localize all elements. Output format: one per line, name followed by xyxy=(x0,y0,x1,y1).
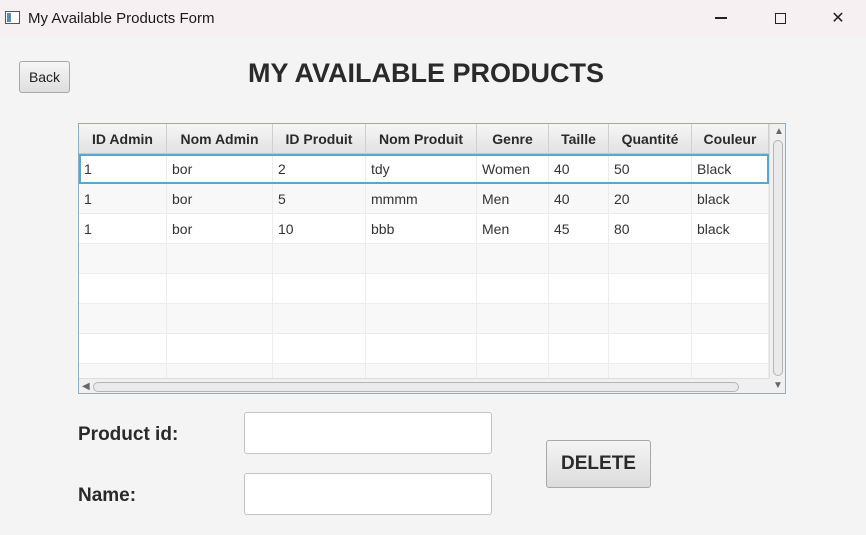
maximize-icon xyxy=(774,12,786,24)
product-id-label: Product id: xyxy=(78,424,179,445)
table-cell xyxy=(366,304,477,334)
column-header[interactable]: Couleur xyxy=(692,124,769,154)
table-cell: 50 xyxy=(609,154,692,184)
table-cell xyxy=(366,244,477,274)
empty-table-row xyxy=(79,274,769,304)
table-cell xyxy=(549,304,609,334)
table-cell: 1 xyxy=(79,154,167,184)
table-cell xyxy=(549,334,609,364)
table-cell xyxy=(167,274,273,304)
table-cell: tdy xyxy=(366,154,477,184)
table-cell: Men xyxy=(477,214,549,244)
column-header[interactable]: Taille xyxy=(549,124,609,154)
page-title: MY AVAILABLE PRODUCTS xyxy=(247,58,604,88)
table-cell xyxy=(692,274,769,304)
table-cell: bor xyxy=(167,214,273,244)
empty-table-row xyxy=(79,304,769,334)
column-header[interactable]: Nom Produit xyxy=(366,124,477,154)
table-cell xyxy=(79,304,167,334)
table-cell xyxy=(609,244,692,274)
minimize-button[interactable] xyxy=(693,0,749,36)
table-cell xyxy=(167,244,273,274)
table-cell: 80 xyxy=(609,214,692,244)
table-cell: Men xyxy=(477,184,549,214)
horizontal-scroll-thumb[interactable] xyxy=(93,382,739,392)
table-cell xyxy=(79,244,167,274)
table-cell xyxy=(477,334,549,364)
table-header: ID Admin Nom Admin ID Produit Nom Produit Ge… xyxy=(79,124,769,154)
column-header[interactable]: Nom Admin xyxy=(167,124,273,154)
column-header[interactable]: Genre xyxy=(477,124,549,154)
table-cell: 20 xyxy=(609,184,692,214)
table-cell xyxy=(692,304,769,334)
empty-table-row xyxy=(79,334,769,364)
table-cell xyxy=(609,274,692,304)
product-id-input[interactable] xyxy=(244,412,492,454)
maximize-button[interactable] xyxy=(752,0,808,36)
delete-button[interactable]: DELETE xyxy=(546,440,651,488)
table-cell xyxy=(273,334,366,364)
table-body: 1 bor 2 tdy Women 40 50 Black 1 bor 5 mmmm Men 40 20 bl… xyxy=(79,154,769,393)
table-row[interactable]: 1 bor 2 tdy Women 40 50 Black xyxy=(79,154,769,184)
table-cell xyxy=(366,274,477,304)
name-input[interactable] xyxy=(244,473,492,515)
table-cell xyxy=(549,244,609,274)
table-cell: 1 xyxy=(79,214,167,244)
app-window-icon xyxy=(5,11,20,24)
table-cell: 2 xyxy=(273,154,366,184)
table-cell: bor xyxy=(167,184,273,214)
vertical-scroll-thumb[interactable] xyxy=(773,140,783,376)
table-cell xyxy=(609,304,692,334)
table-cell: Women xyxy=(477,154,549,184)
table-cell xyxy=(549,274,609,304)
table-cell xyxy=(692,244,769,274)
products-table[interactable]: ID Admin Nom Admin ID Produit Nom Produit Ge… xyxy=(78,123,786,394)
table-cell xyxy=(609,334,692,364)
table-cell: black xyxy=(692,214,769,244)
scrollbar-corner: ▼ xyxy=(769,378,785,393)
table-cell xyxy=(79,334,167,364)
table-cell xyxy=(167,334,273,364)
scroll-down-arrow-icon[interactable]: ▼ xyxy=(773,381,783,391)
name-label: Name: xyxy=(78,485,137,506)
column-header[interactable]: Quantité xyxy=(609,124,692,154)
table-cell xyxy=(273,274,366,304)
table-cell xyxy=(273,304,366,334)
table-cell xyxy=(79,274,167,304)
table-cell: mmmm xyxy=(366,184,477,214)
column-header[interactable]: ID Produit xyxy=(273,124,366,154)
horizontal-scrollbar[interactable]: ◀ xyxy=(79,378,769,393)
table-cell: bor xyxy=(167,154,273,184)
table-cell: Black xyxy=(692,154,769,184)
vertical-scrollbar[interactable]: ▲ xyxy=(769,124,785,378)
scroll-up-arrow-icon[interactable]: ▲ xyxy=(774,127,784,137)
table-cell xyxy=(692,334,769,364)
minimize-icon xyxy=(715,17,727,19)
table-row[interactable]: 1 bor 10 bbb Men 45 80 black xyxy=(79,214,769,244)
column-header[interactable]: ID Admin xyxy=(79,124,167,154)
table-cell: 40 xyxy=(549,154,609,184)
table-cell xyxy=(366,334,477,364)
scroll-left-arrow-icon[interactable]: ◀ xyxy=(82,382,90,392)
close-button[interactable]: ✕ xyxy=(810,0,866,36)
table-cell xyxy=(477,244,549,274)
table-row[interactable]: 1 bor 5 mmmm Men 40 20 black xyxy=(79,184,769,214)
close-icon: ✕ xyxy=(831,10,845,27)
table-cell xyxy=(477,304,549,334)
table-cell: 5 xyxy=(273,184,366,214)
empty-table-row xyxy=(79,244,769,274)
table-cell: 10 xyxy=(273,214,366,244)
table-cell: 40 xyxy=(549,184,609,214)
window-title: My Available Products Form xyxy=(28,10,215,27)
table-cell: 1 xyxy=(79,184,167,214)
table-cell xyxy=(273,244,366,274)
table-cell: bbb xyxy=(366,214,477,244)
table-cell xyxy=(477,274,549,304)
table-cell: black xyxy=(692,184,769,214)
table-cell xyxy=(167,304,273,334)
title-bar: My Available Products Form ✕ xyxy=(0,0,866,36)
table-cell: 45 xyxy=(549,214,609,244)
